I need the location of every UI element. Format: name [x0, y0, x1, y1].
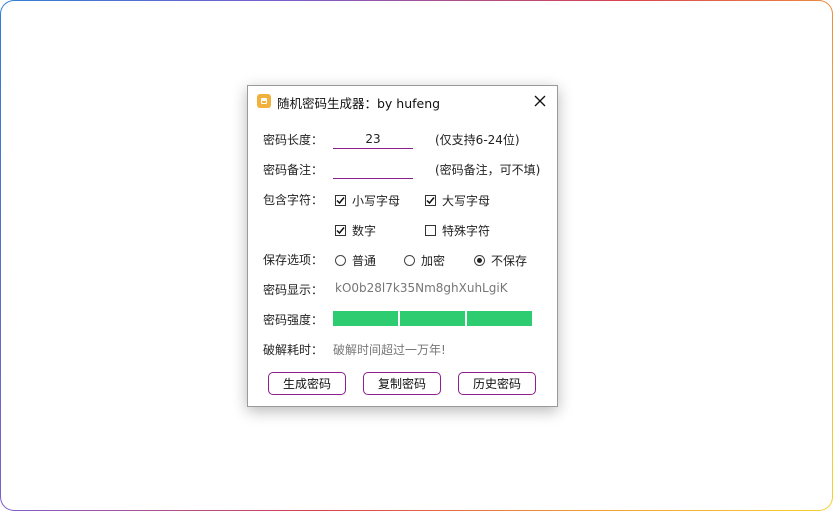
password-generator-dialog: 随机密码生成器：by hufeng 密码长度： (仅支持6-24位) 密码备注：…	[247, 85, 558, 407]
history-password-button[interactable]: 历史密码	[458, 372, 536, 395]
title-bar[interactable]: 随机密码生成器：by hufeng	[248, 86, 557, 116]
radio-circle[interactable]	[404, 255, 415, 266]
close-button[interactable]	[529, 90, 551, 112]
checkmark-icon	[336, 197, 345, 205]
generate-password-button[interactable]: 生成密码	[268, 372, 346, 395]
length-input[interactable]	[333, 130, 413, 149]
uppercase-label: 大写字母	[442, 194, 491, 208]
uppercase-checkbox[interactable]: 大写字母	[425, 192, 490, 209]
radio-circle[interactable]	[335, 255, 346, 266]
save-label: 保存选项：	[263, 253, 324, 267]
digits-checkbox[interactable]: 数字	[335, 222, 376, 239]
length-label: 密码长度：	[263, 133, 324, 147]
password-label: 密码显示：	[263, 283, 324, 297]
strength-segment	[467, 311, 532, 326]
save-normal-radio[interactable]: 普通	[335, 252, 376, 269]
lock-icon	[257, 94, 271, 108]
strength-segment	[333, 311, 398, 326]
note-hint: (密码备注，可不填)	[435, 163, 541, 177]
save-encrypted-radio[interactable]: 加密	[404, 252, 445, 269]
special-chars-checkbox[interactable]: 特殊字符	[425, 222, 490, 239]
save-none-radio[interactable]: 不保存	[474, 252, 527, 269]
save-normal-label: 普通	[352, 254, 377, 268]
note-label: 密码备注：	[263, 163, 324, 177]
checkbox-box[interactable]	[425, 195, 436, 206]
radio-dot	[477, 258, 482, 263]
checkbox-box[interactable]	[425, 225, 436, 236]
crack-time-value: 破解时间超过一万年!	[333, 343, 446, 357]
include-label: 包含字符：	[263, 193, 324, 207]
password-value[interactable]: kO0b28l7k35Nm8ghXuhLgiK	[335, 281, 508, 295]
save-encrypted-label: 加密	[421, 254, 446, 268]
strength-segment	[400, 311, 465, 326]
close-icon	[534, 95, 546, 107]
length-hint: (仅支持6-24位)	[435, 133, 520, 147]
checkbox-box[interactable]	[335, 195, 346, 206]
strength-label: 密码强度：	[263, 313, 324, 327]
checkmark-icon	[336, 227, 345, 235]
digits-label: 数字	[352, 224, 377, 238]
crack-time-label: 破解耗时：	[263, 343, 324, 357]
checkbox-box[interactable]	[335, 225, 346, 236]
window-title: 随机密码生成器：by hufeng	[277, 96, 441, 111]
radio-circle[interactable]	[474, 255, 485, 266]
lowercase-checkbox[interactable]: 小写字母	[335, 192, 400, 209]
lowercase-label: 小写字母	[352, 194, 401, 208]
strength-meter	[333, 311, 532, 326]
special-chars-label: 特殊字符	[442, 224, 491, 238]
note-input[interactable]	[333, 160, 413, 179]
copy-password-button[interactable]: 复制密码	[363, 372, 441, 395]
checkmark-icon	[426, 197, 435, 205]
save-none-label: 不保存	[491, 254, 528, 268]
